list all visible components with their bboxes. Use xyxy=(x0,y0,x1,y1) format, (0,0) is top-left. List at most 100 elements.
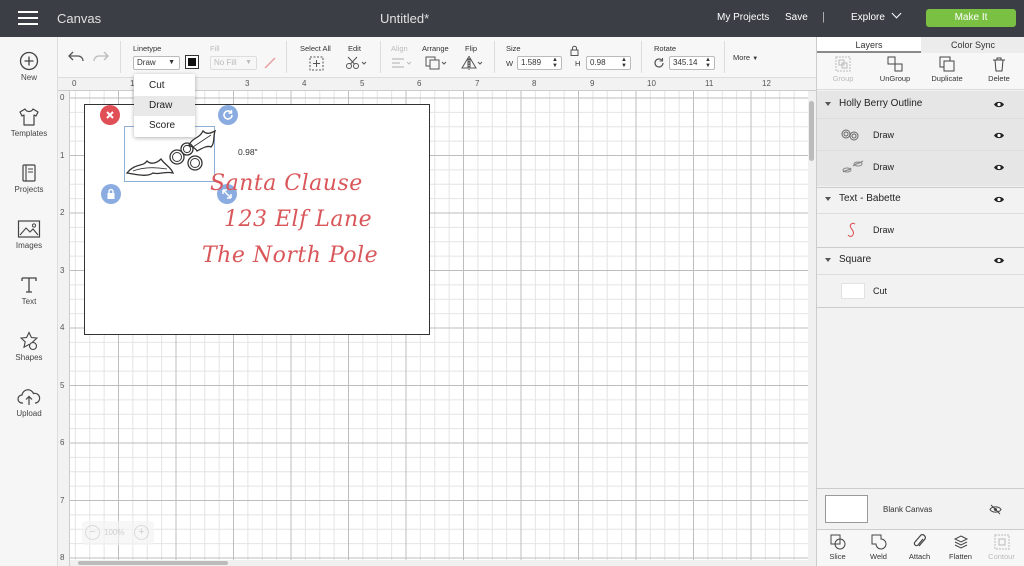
vertical-scrollbar[interactable] xyxy=(808,91,816,566)
ruler-tick-label: 3 xyxy=(245,79,250,88)
eye-icon[interactable] xyxy=(993,100,1005,109)
my-projects-link[interactable]: My Projects xyxy=(717,12,769,23)
contour-icon xyxy=(994,534,1009,550)
paperclip-icon xyxy=(913,534,926,547)
make-it-button[interactable]: Make It xyxy=(926,9,1016,27)
explore-menu[interactable]: Explore xyxy=(851,8,902,23)
blank-canvas-row[interactable]: Blank Canvas xyxy=(817,488,1024,529)
linetype-option-draw[interactable]: Draw xyxy=(134,96,195,116)
toolbar-divider xyxy=(724,41,725,73)
linetype-color-swatch[interactable] xyxy=(185,55,199,69)
lock-icon[interactable] xyxy=(570,45,579,56)
redo-icon[interactable] xyxy=(93,51,109,63)
toolbar-divider xyxy=(286,41,287,73)
sidebar-item-templates[interactable]: Templates xyxy=(0,107,58,138)
linetype-option-score[interactable]: Score xyxy=(134,116,195,136)
ruler-tick-label: 6 xyxy=(417,79,422,88)
layer-name: Draw xyxy=(873,162,895,172)
more-label: More xyxy=(733,53,751,62)
layer-name: Cut xyxy=(873,286,888,296)
text-s-thumbnail-icon xyxy=(847,222,856,237)
flatten-button[interactable]: Flatten xyxy=(940,534,981,561)
zoom-in-button[interactable]: + xyxy=(134,525,149,540)
ruler-tick-label: 7 xyxy=(475,79,480,88)
group-button[interactable]: Group xyxy=(817,56,869,83)
document-title[interactable]: Untitled* xyxy=(380,11,429,26)
layer-row[interactable]: Draw xyxy=(817,118,1024,150)
design-canvas[interactable]: 0 1 2 3 4 5 6 7 8 9 10 11 12 0 1 2 3 4 5… xyxy=(58,78,816,566)
sidebar-label-templates: Templates xyxy=(10,129,48,138)
rotate-handle[interactable] xyxy=(218,105,238,125)
panel-tabs: Layers Color Sync xyxy=(817,37,1024,53)
horizontal-scroll-thumb[interactable] xyxy=(78,561,228,565)
height-input[interactable]: 0.98 ▲ ▼ xyxy=(586,56,631,70)
flip-label: Flip xyxy=(465,44,478,53)
slice-button[interactable]: Slice xyxy=(817,534,858,561)
layer-name: Draw xyxy=(873,225,895,235)
blank-canvas-label: Blank Canvas xyxy=(883,505,933,514)
arrange-icon[interactable] xyxy=(425,56,449,70)
flip-icon[interactable] xyxy=(460,56,484,70)
tab-color-sync[interactable]: Color Sync xyxy=(921,37,1024,53)
size-label: Size xyxy=(506,44,521,53)
fill-select[interactable]: No Fill ▼ xyxy=(210,56,257,70)
layer-row[interactable]: Draw xyxy=(817,150,1024,182)
shirt-icon xyxy=(19,108,39,126)
top-header: Canvas Untitled* My Projects Save | Expl… xyxy=(0,0,1024,37)
hamburger-menu-icon[interactable] xyxy=(18,10,38,26)
height-letter: H xyxy=(575,59,581,68)
undo-icon[interactable] xyxy=(68,51,84,63)
vertical-scroll-thumb[interactable] xyxy=(809,101,814,161)
lock-handle[interactable] xyxy=(101,184,121,204)
leaves-thumbnail-icon xyxy=(842,160,864,173)
more-menu[interactable]: More ▼ xyxy=(733,53,758,62)
sidebar-item-upload[interactable]: Upload xyxy=(0,387,58,418)
ungroup-button[interactable]: UnGroup xyxy=(869,56,921,83)
caret-down-icon: ▼ xyxy=(752,56,759,62)
weld-button[interactable]: Weld xyxy=(858,534,899,561)
layer-row[interactable]: Cut xyxy=(817,274,1024,306)
select-all-icon[interactable] xyxy=(309,56,324,71)
address-line-1[interactable]: Santa Clause xyxy=(210,171,363,196)
zoom-out-button[interactable]: − xyxy=(85,525,100,540)
eye-icon[interactable] xyxy=(993,195,1005,204)
blank-canvas-swatch[interactable] xyxy=(825,495,868,523)
tab-layers[interactable]: Layers xyxy=(817,37,921,53)
align-icon[interactable] xyxy=(391,57,413,69)
width-input[interactable]: 1.589 ▲ ▼ xyxy=(517,56,562,70)
sidebar-item-images[interactable]: Images xyxy=(0,219,58,250)
close-icon xyxy=(106,111,114,119)
toolbar-divider xyxy=(120,41,121,73)
sidebar-item-projects[interactable]: Projects xyxy=(0,163,58,194)
ruler-tick-label: 1 xyxy=(60,151,65,160)
attach-button[interactable]: Attach xyxy=(899,534,940,561)
layer-row[interactable]: Draw xyxy=(817,213,1024,245)
sidebar-item-shapes[interactable]: Shapes xyxy=(0,331,58,362)
horizontal-scrollbar[interactable] xyxy=(70,560,808,566)
contour-button[interactable]: Contour xyxy=(981,534,1022,561)
delete-handle[interactable] xyxy=(100,105,120,125)
eye-icon[interactable] xyxy=(993,131,1005,140)
slice-label: Slice xyxy=(829,552,846,561)
sidebar-item-new[interactable]: New xyxy=(0,51,58,82)
ruler-tick-label: 4 xyxy=(302,79,307,88)
attach-label: Attach xyxy=(908,552,931,561)
address-line-2[interactable]: 123 Elf Lane xyxy=(224,207,372,232)
linetype-option-cut[interactable]: Cut xyxy=(134,76,195,96)
save-button[interactable]: Save xyxy=(785,12,808,23)
lock-icon xyxy=(107,188,115,199)
eye-icon[interactable] xyxy=(993,256,1005,265)
sidebar-label-new: New xyxy=(20,73,37,82)
ruler-tick-label: 5 xyxy=(60,381,65,390)
address-line-3[interactable]: The North Pole xyxy=(202,243,378,268)
eye-icon[interactable] xyxy=(993,163,1005,172)
linetype-select[interactable]: Draw ▼ xyxy=(133,56,180,70)
layer-name: Draw xyxy=(873,130,895,140)
eye-hidden-icon[interactable] xyxy=(989,504,1002,515)
duplicate-button[interactable]: Duplicate xyxy=(921,56,973,83)
rotate-input[interactable]: 345.14 ▲ ▼ xyxy=(669,56,715,70)
delete-button[interactable]: Delete xyxy=(973,56,1024,83)
scissors-icon[interactable] xyxy=(345,56,367,70)
ruler-tick-label: 10 xyxy=(647,79,656,88)
sidebar-item-text[interactable]: Text xyxy=(0,275,58,306)
